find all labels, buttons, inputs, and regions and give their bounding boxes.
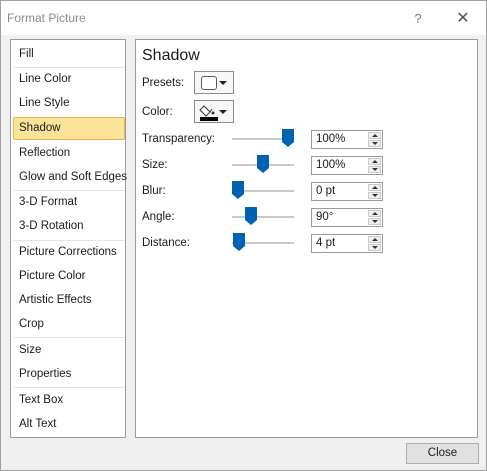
decrement-button[interactable] bbox=[368, 192, 381, 199]
decrement-button[interactable] bbox=[368, 166, 381, 173]
sidebar-item-line-color[interactable]: Line Color bbox=[13, 68, 125, 91]
distance-value[interactable]: 4 pt bbox=[316, 237, 335, 249]
divider bbox=[13, 337, 125, 338]
blur-spinner[interactable]: 0 pt bbox=[311, 182, 383, 201]
presets-label: Presets: bbox=[142, 77, 185, 89]
sidebar-item-properties[interactable]: Properties bbox=[13, 363, 125, 386]
increment-button[interactable] bbox=[368, 236, 381, 243]
angle-slider-thumb[interactable] bbox=[244, 207, 257, 225]
size-slider-thumb[interactable] bbox=[257, 155, 269, 173]
format-picture-dialog: Format Picture ? ✕ Fill Line Color Line … bbox=[0, 0, 487, 471]
close-window-button[interactable]: ✕ bbox=[452, 9, 474, 29]
increment-button[interactable] bbox=[368, 184, 381, 191]
angle-value[interactable]: 90° bbox=[316, 211, 333, 223]
sidebar-item-picture-color[interactable]: Picture Color bbox=[13, 265, 125, 288]
close-button[interactable]: Close bbox=[406, 443, 479, 464]
category-list: Fill Line Color Line Style Shadow Reflec… bbox=[10, 39, 127, 438]
blur-value[interactable]: 0 pt bbox=[316, 185, 335, 197]
sidebar-item-crop[interactable]: Crop bbox=[13, 313, 125, 336]
chevron-down-icon bbox=[219, 81, 227, 85]
sidebar-item-artistic-effects[interactable]: Artistic Effects bbox=[13, 289, 125, 312]
distance-spinner[interactable]: 4 pt bbox=[311, 234, 383, 253]
panel-title: Shadow bbox=[142, 47, 200, 64]
decrement-button[interactable] bbox=[368, 218, 381, 225]
sidebar-item-fill[interactable]: Fill bbox=[13, 43, 125, 66]
presets-dropdown[interactable] bbox=[194, 71, 234, 94]
sidebar-item-shadow[interactable]: Shadow bbox=[13, 117, 125, 140]
shadow-settings-panel: Shadow Presets: Color: Transparency: 100… bbox=[135, 39, 478, 438]
color-swatch bbox=[200, 117, 218, 121]
sidebar-item-size[interactable]: Size bbox=[13, 339, 125, 362]
transparency-label: Transparency: bbox=[142, 133, 216, 145]
sidebar-item-reflection[interactable]: Reflection bbox=[13, 142, 125, 165]
distance-label: Distance: bbox=[142, 237, 190, 249]
sidebar-item-3d-format[interactable]: 3-D Format bbox=[13, 191, 125, 214]
divider bbox=[13, 387, 125, 388]
distance-slider-thumb[interactable] bbox=[233, 233, 245, 251]
size-spinner[interactable]: 100% bbox=[311, 156, 383, 175]
angle-spinner[interactable]: 90° bbox=[311, 208, 383, 227]
dialog-title: Format Picture bbox=[7, 11, 86, 25]
angle-label: Angle: bbox=[142, 211, 175, 223]
sidebar-item-picture-corrections[interactable]: Picture Corrections bbox=[13, 241, 125, 264]
sidebar-item-glow-soft-edges[interactable]: Glow and Soft Edges bbox=[13, 166, 127, 189]
shadow-preset-icon bbox=[201, 76, 217, 90]
increment-button[interactable] bbox=[368, 158, 381, 165]
transparency-spinner[interactable]: 100% bbox=[311, 130, 383, 149]
sidebar-item-line-style[interactable]: Line Style bbox=[13, 92, 125, 115]
shadow-color-dropdown[interactable] bbox=[194, 100, 234, 123]
chevron-down-icon bbox=[219, 110, 227, 114]
decrement-button[interactable] bbox=[368, 244, 381, 251]
size-label: Size: bbox=[142, 159, 168, 171]
help-button[interactable]: ? bbox=[407, 9, 429, 29]
transparency-slider-thumb[interactable] bbox=[282, 129, 294, 147]
color-label: Color: bbox=[142, 106, 173, 118]
title-bar: Format Picture ? ✕ bbox=[1, 1, 486, 35]
increment-button[interactable] bbox=[368, 132, 381, 139]
increment-button[interactable] bbox=[368, 210, 381, 217]
blur-slider-thumb[interactable] bbox=[232, 181, 244, 199]
blur-label: Blur: bbox=[142, 185, 166, 197]
angle-slider-track[interactable] bbox=[232, 216, 294, 218]
size-value[interactable]: 100% bbox=[316, 159, 345, 171]
decrement-button[interactable] bbox=[368, 140, 381, 147]
transparency-value[interactable]: 100% bbox=[316, 133, 345, 145]
sidebar-item-text-box[interactable]: Text Box bbox=[13, 389, 125, 412]
sidebar-item-alt-text[interactable]: Alt Text bbox=[13, 413, 125, 436]
sidebar-item-3d-rotation[interactable]: 3-D Rotation bbox=[13, 215, 125, 238]
paint-bucket-icon bbox=[199, 105, 218, 121]
